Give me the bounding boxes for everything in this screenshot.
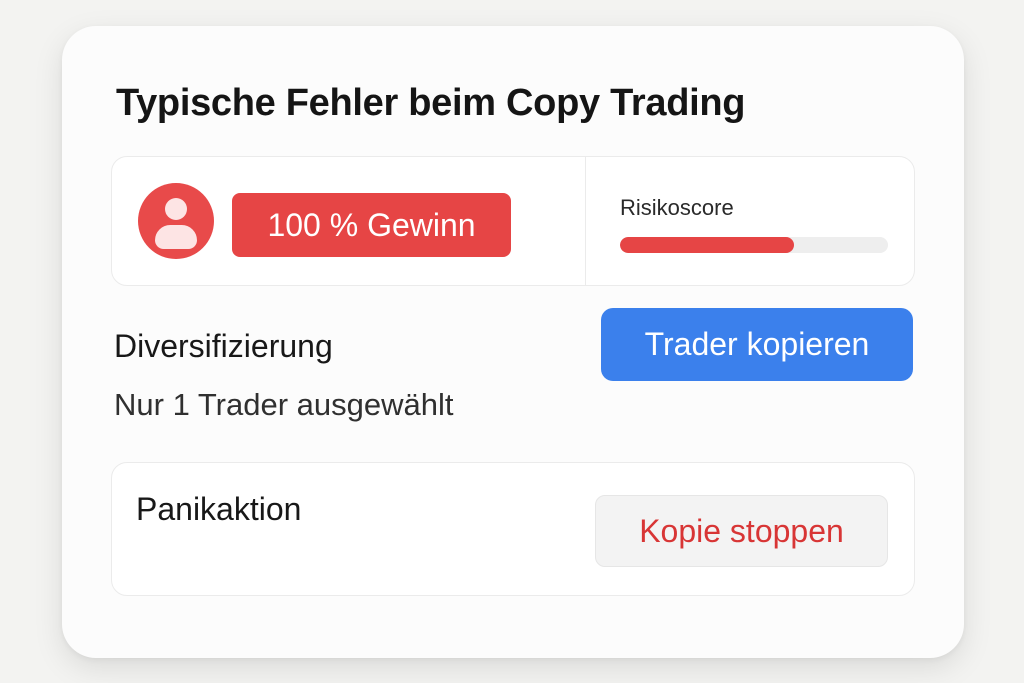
panic-action-panel: Panikaktion Kopie stoppen bbox=[111, 462, 915, 596]
trader-profile-panel: 100 % Gewinn Risikoscore bbox=[111, 156, 915, 286]
avatar-head-shape bbox=[165, 198, 187, 220]
profit-badge: 100 % Gewinn bbox=[232, 193, 511, 257]
copy-trading-mistakes-card: Typische Fehler beim Copy Trading 100 % … bbox=[62, 26, 964, 658]
panel-divider bbox=[585, 157, 586, 285]
risk-score-bar bbox=[620, 237, 888, 253]
diversification-label: Diversifizierung bbox=[114, 328, 333, 364]
stop-copy-button[interactable]: Kopie stoppen bbox=[595, 495, 888, 567]
avatar-body-shape bbox=[155, 225, 197, 249]
copy-trader-button[interactable]: Trader kopieren bbox=[601, 308, 913, 381]
card-title: Typische Fehler beim Copy Trading bbox=[116, 82, 746, 124]
diversification-status: Nur 1 Trader ausgewählt bbox=[114, 387, 454, 422]
user-avatar-icon bbox=[138, 183, 214, 259]
panic-action-label: Panikaktion bbox=[136, 491, 302, 527]
risk-score-label: Risikoscore bbox=[620, 195, 734, 220]
risk-score-fill bbox=[620, 237, 795, 253]
